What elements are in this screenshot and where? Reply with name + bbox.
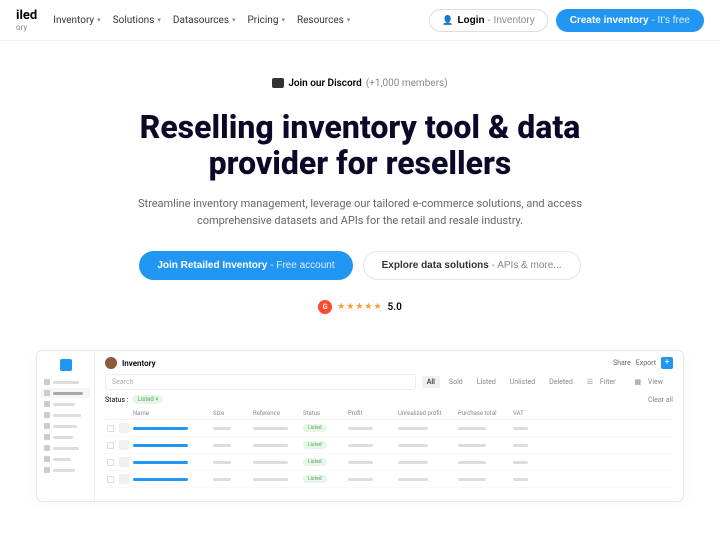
chevron-down-icon: ▾ (232, 16, 236, 24)
explore-button[interactable]: Explore data solutions - APIs & more... (363, 251, 581, 280)
filter-sold[interactable]: Sold (444, 376, 468, 388)
nav-datasources[interactable]: Datasources▾ (173, 15, 236, 26)
share-button[interactable]: Share (613, 359, 631, 367)
main-nav: Inventory▾ Solutions▾ Datasources▾ Prici… (53, 15, 350, 26)
user-icon: 👤 (442, 15, 453, 26)
filter-button[interactable]: ☰ Filter (582, 376, 626, 388)
view-button[interactable]: ▦ View (630, 376, 674, 388)
app-preview: Inventory Share Export + Search All Sold L… (36, 350, 684, 502)
preview-logo-icon (60, 359, 72, 371)
hero-subtitle: Streamline inventory management, leverag… (110, 196, 610, 229)
filter-listed[interactable]: Listed (472, 376, 501, 388)
table-row[interactable]: Listed (105, 471, 673, 488)
nav-pricing[interactable]: Pricing▾ (248, 15, 285, 26)
export-button[interactable]: Export (636, 359, 656, 367)
clear-all-button[interactable]: Clear all (648, 396, 673, 404)
g2-icon: G (318, 300, 332, 314)
nav-inventory[interactable]: Inventory▾ (53, 15, 100, 26)
logo[interactable]: iledory (16, 8, 37, 32)
search-input[interactable]: Search (105, 374, 416, 390)
filter-all[interactable]: All (422, 376, 440, 388)
avatar (105, 357, 117, 369)
discord-link[interactable]: Join our Discord(+1,000 members) (272, 78, 447, 89)
table-row[interactable]: Listed (105, 437, 673, 454)
nav-solutions[interactable]: Solutions▾ (113, 15, 161, 26)
preview-sidebar (37, 351, 95, 501)
rating: G ★★★★★ 5.0 (40, 300, 680, 314)
stars-icon: ★★★★★ (337, 302, 382, 312)
create-inventory-button[interactable]: Create inventory - It's free (556, 9, 704, 32)
discord-icon (272, 78, 284, 88)
table-row[interactable]: Listed (105, 454, 673, 471)
add-button[interactable]: + (661, 357, 673, 369)
hero-title: Reselling inventory tool & dataprovider … (40, 109, 680, 183)
chevron-down-icon: ▾ (97, 16, 101, 24)
table-row[interactable]: Listed (105, 420, 673, 437)
chevron-down-icon: ▾ (347, 16, 351, 24)
chevron-down-icon: ▾ (281, 16, 285, 24)
nav-resources[interactable]: Resources▾ (297, 15, 350, 26)
status-badge[interactable]: Listed × (132, 395, 163, 404)
chevron-down-icon: ▾ (157, 16, 161, 24)
filter-unlisted[interactable]: Unlisted (505, 376, 540, 388)
filter-deleted[interactable]: Deleted (544, 376, 578, 388)
preview-title: Inventory (122, 359, 156, 368)
table-header: NameSizeReferenceStatusProfitUnrealized … (105, 408, 673, 420)
join-button[interactable]: Join Retailed Inventory - Free account (139, 251, 352, 280)
login-button[interactable]: 👤Login - Inventory (429, 9, 547, 32)
